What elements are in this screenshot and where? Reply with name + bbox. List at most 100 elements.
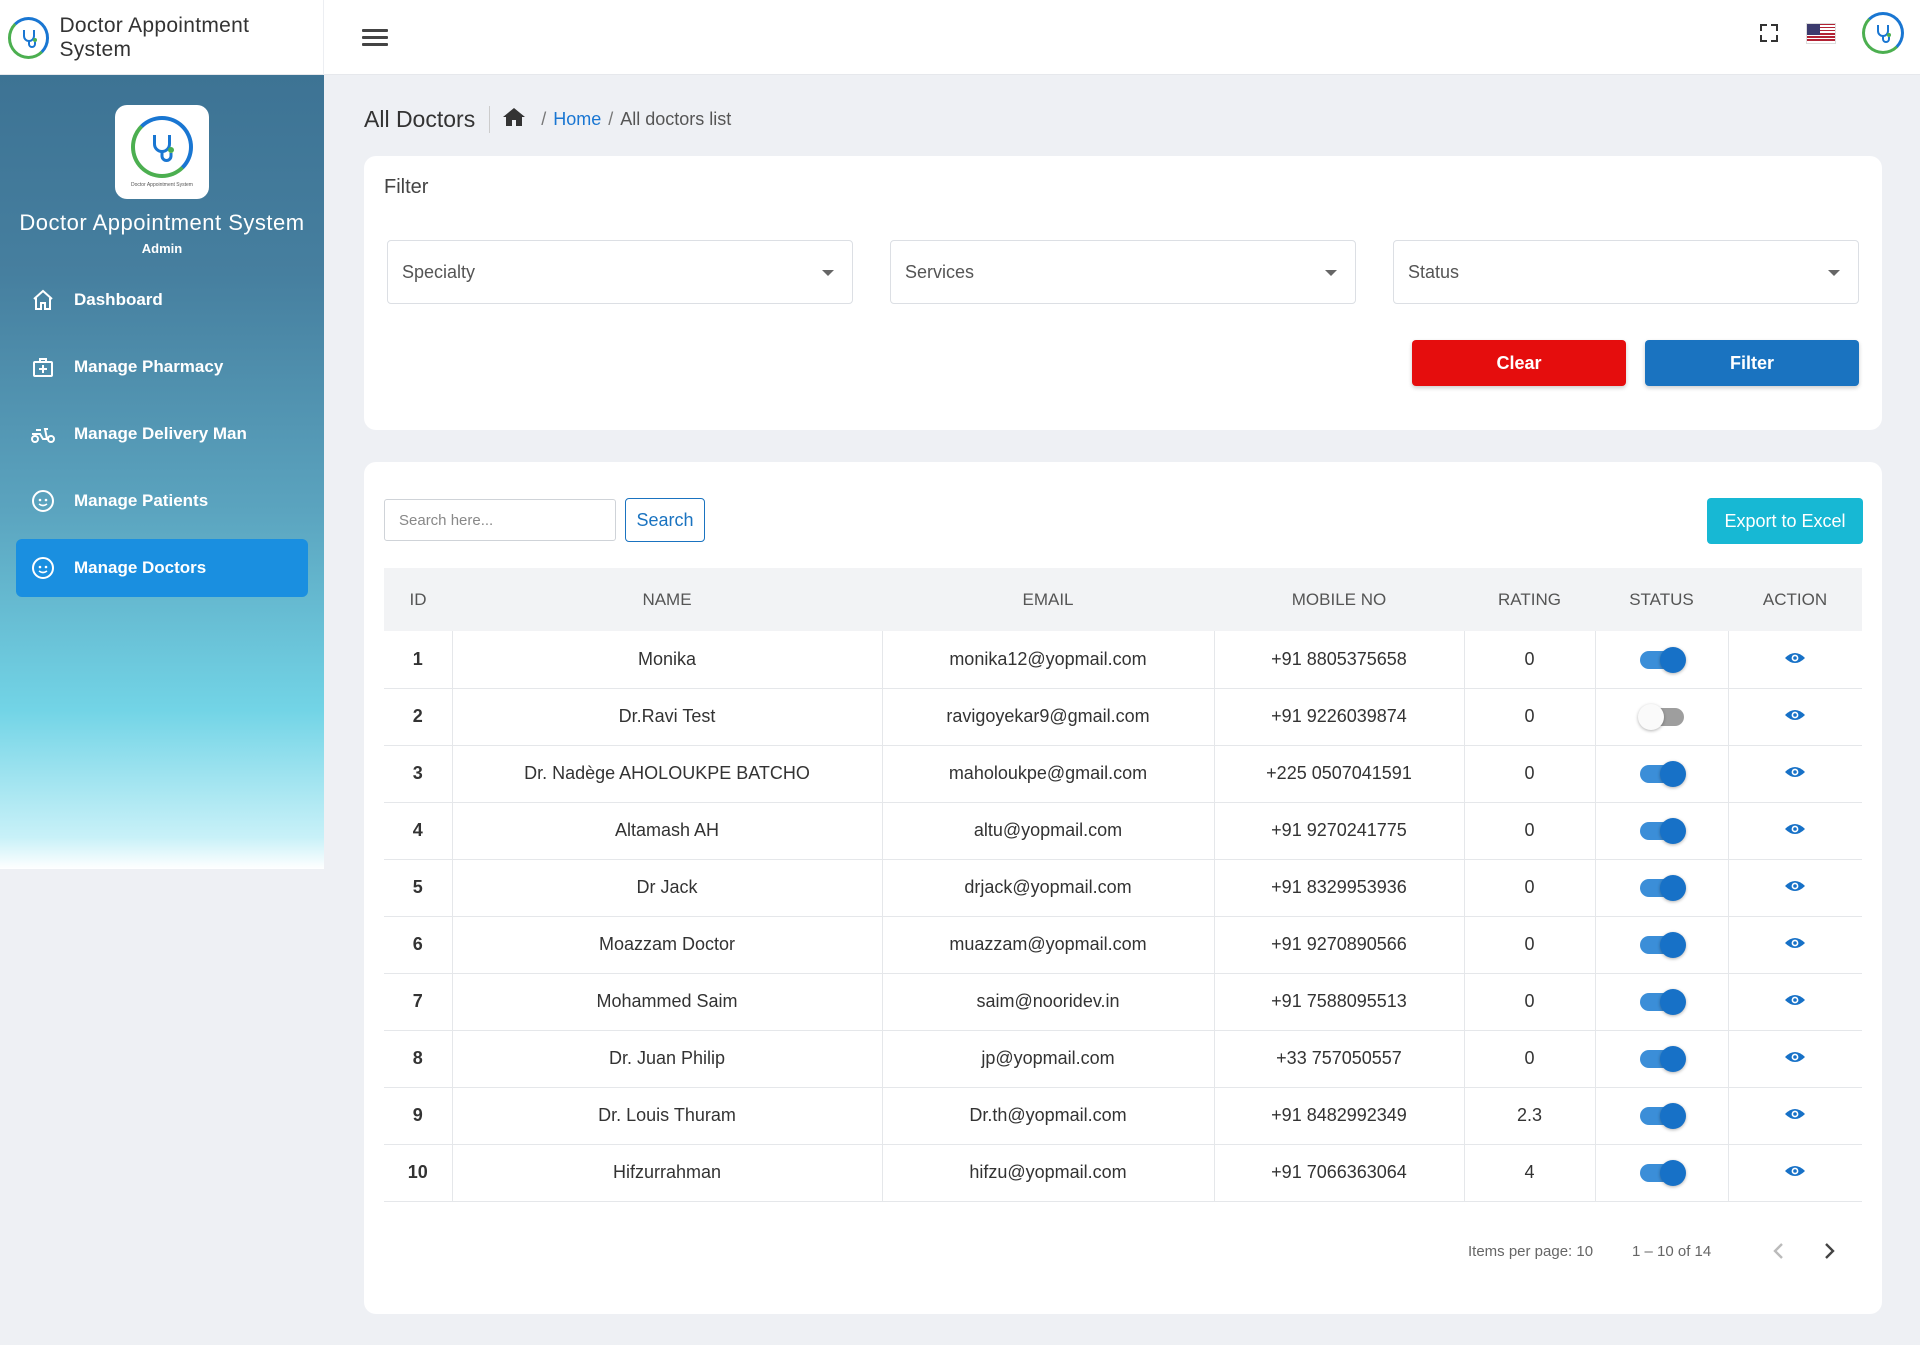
status-toggle[interactable]	[1637, 704, 1684, 731]
action-cell	[1728, 916, 1862, 973]
view-eye-icon[interactable]	[1784, 877, 1806, 898]
column-header[interactable]: ID	[384, 568, 452, 631]
doctor-id: 6	[384, 916, 453, 973]
us-flag-icon[interactable]	[1806, 22, 1836, 44]
doctor-mobile: +91 8329953936	[1214, 859, 1465, 916]
doctor-mobile: +91 7588095513	[1214, 973, 1465, 1030]
clear-button[interactable]: Clear	[1412, 340, 1626, 386]
doctor-name: Dr Jack	[452, 859, 883, 916]
sidebar-item-dashboard[interactable]: Dashboard	[16, 271, 308, 329]
filter-title: Filter	[384, 176, 429, 198]
status-toggle[interactable]	[1639, 647, 1686, 673]
sidebar-item-label: Manage Doctors	[74, 558, 207, 577]
view-eye-icon[interactable]	[1784, 1162, 1806, 1183]
column-header[interactable]: MOBILE NO	[1214, 568, 1464, 631]
breadcrumb-home-link[interactable]: Home	[553, 109, 601, 130]
view-eye-icon[interactable]	[1784, 934, 1806, 955]
services-select[interactable]: Services	[890, 240, 1356, 304]
home-icon	[30, 287, 56, 313]
view-eye-icon[interactable]	[1784, 706, 1806, 727]
breadcrumb-separator: /	[541, 109, 547, 129]
view-eye-icon[interactable]	[1784, 991, 1806, 1012]
doctor-id: 7	[384, 973, 453, 1030]
search-button[interactable]: Search	[625, 498, 705, 542]
column-header[interactable]: NAME	[452, 568, 882, 631]
doctor-email: saim@nooridev.in	[882, 973, 1215, 1030]
status-toggle[interactable]	[1639, 1046, 1686, 1073]
view-eye-icon[interactable]	[1784, 1105, 1806, 1126]
doctor-mobile: +225 0507041591	[1214, 745, 1465, 802]
doctor-mobile: +91 9270890566	[1214, 916, 1465, 973]
sidebar-item-label: Dashboard	[74, 290, 163, 309]
doctor-mobile: +91 8805375658	[1214, 631, 1465, 688]
view-eye-icon[interactable]	[1784, 649, 1806, 670]
hamburger-icon[interactable]	[362, 29, 388, 49]
doctor-rating: 0	[1464, 745, 1596, 802]
status-cell	[1595, 631, 1729, 688]
status-toggle[interactable]	[1639, 761, 1686, 788]
face-icon	[30, 555, 56, 581]
column-header[interactable]: EMAIL	[882, 568, 1214, 631]
table-row: 6 Moazzam Doctor muazzam@yopmail.com +91 92…	[384, 916, 1862, 973]
breadcrumb: All Doctors / Home / All doctors list	[364, 106, 731, 133]
table-row: 8 Dr. Juan Philip jp@yopmail.com +33 757050…	[384, 1030, 1862, 1087]
sidebar-item-patients[interactable]: Manage Patients	[16, 472, 308, 530]
caret-down-icon	[1325, 270, 1337, 276]
search-input[interactable]: Search here...	[384, 499, 616, 541]
sidebar-role: Admin	[141, 241, 183, 256]
doctor-rating: 4	[1464, 1144, 1596, 1201]
status-cell	[1595, 1144, 1729, 1201]
scooter-icon	[30, 421, 56, 447]
breadcrumb-separator: /	[608, 109, 614, 129]
sidebar-item-delivery[interactable]: Manage Delivery Man	[16, 405, 308, 463]
toggle-knob	[1659, 932, 1686, 959]
view-eye-icon[interactable]	[1784, 1048, 1806, 1069]
status-toggle[interactable]	[1639, 1160, 1686, 1187]
column-header[interactable]: RATING	[1464, 568, 1595, 631]
sidebar: Doctor Appointment System Doctor Appoint…	[0, 75, 324, 869]
status-toggle[interactable]	[1639, 1103, 1686, 1130]
filter-button[interactable]: Filter	[1645, 340, 1859, 386]
toggle-knob	[1659, 875, 1686, 902]
face-icon	[30, 488, 56, 514]
filter-panel: Filter Specialty Services Status Clear F…	[364, 156, 1882, 430]
doctor-id: 9	[384, 1087, 453, 1144]
table-row: 1 Monika monika12@yopmail.com +91 880537565…	[384, 631, 1862, 688]
sidebar-item-doctors[interactable]: Manage Doctors	[16, 539, 308, 597]
doctor-id: 4	[384, 802, 453, 859]
toggle-knob	[1659, 1046, 1686, 1073]
status-toggle[interactable]	[1639, 818, 1686, 845]
view-eye-icon[interactable]	[1784, 763, 1806, 784]
sidebar-item-pharmacy[interactable]: Manage Pharmacy	[16, 338, 308, 396]
previous-page-icon[interactable]	[1769, 1240, 1789, 1262]
brand[interactable]: Doctor Appointment System	[0, 0, 324, 75]
status-cell	[1595, 973, 1729, 1030]
status-toggle[interactable]	[1639, 989, 1686, 1016]
fullscreen-icon[interactable]	[1758, 22, 1780, 44]
items-per-page[interactable]: Items per page: 10	[1468, 1243, 1593, 1260]
sidebar-logo: Doctor Appointment System	[115, 105, 209, 199]
toggle-knob	[1659, 818, 1686, 845]
table-header-row: ID NAME EMAIL MOBILE NO RATING STATUS AC…	[384, 568, 1862, 631]
action-cell	[1728, 1144, 1862, 1201]
avatar[interactable]	[1862, 12, 1904, 54]
status-toggle[interactable]	[1639, 932, 1686, 959]
home-icon[interactable]	[502, 106, 526, 133]
doctor-rating: 0	[1464, 859, 1596, 916]
doctor-name: Mohammed Saim	[452, 973, 883, 1030]
export-excel-button[interactable]: Export to Excel	[1707, 498, 1863, 544]
doctor-name: Dr.Ravi Test	[452, 688, 883, 745]
specialty-select[interactable]: Specialty	[387, 240, 853, 304]
view-eye-icon[interactable]	[1784, 820, 1806, 841]
doctor-email: drjack@yopmail.com	[882, 859, 1215, 916]
status-toggle[interactable]	[1639, 875, 1686, 902]
next-page-icon[interactable]	[1819, 1240, 1839, 1262]
status-select[interactable]: Status	[1393, 240, 1859, 304]
caret-down-icon	[822, 270, 834, 276]
toggle-knob	[1659, 989, 1686, 1016]
sidebar-nav: Dashboard Manage Pharmacy Manage Deliver…	[16, 271, 308, 606]
table-row: 2 Dr.Ravi Test ravigoyekar9@gmail.com +91 9…	[384, 688, 1862, 745]
status-cell	[1595, 1087, 1729, 1144]
logo-caption: Doctor Appointment System	[131, 182, 193, 188]
top-bar: Doctor Appointment System	[0, 0, 1920, 75]
